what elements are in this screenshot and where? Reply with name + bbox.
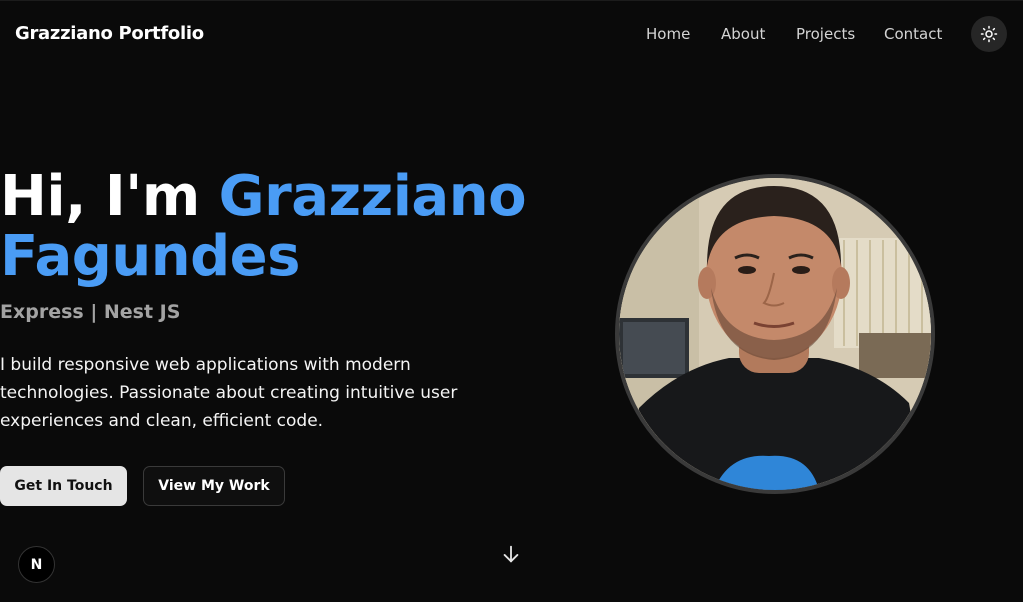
nextjs-badge[interactable]: N bbox=[18, 546, 55, 583]
nav-about[interactable]: About bbox=[721, 25, 765, 43]
theme-toggle-button[interactable] bbox=[971, 16, 1007, 52]
hero-greeting: Hi, I'm bbox=[0, 164, 200, 229]
hero-description: I build responsive web applications with… bbox=[0, 355, 458, 431]
hero-name-first: Grazziano bbox=[218, 164, 527, 229]
profile-photo-illustration bbox=[619, 178, 931, 490]
main-nav: Home About Projects Contact bbox=[0, 25, 1023, 45]
nav-home[interactable]: Home bbox=[646, 25, 690, 43]
scroll-down-button[interactable] bbox=[500, 543, 522, 565]
nav-contact[interactable]: Contact bbox=[884, 25, 942, 43]
sun-icon bbox=[980, 25, 998, 43]
arrow-down-icon bbox=[503, 545, 519, 563]
nextjs-badge-letter: N bbox=[30, 556, 43, 573]
get-in-touch-button[interactable]: Get In Touch bbox=[0, 466, 127, 506]
hero-subtitle: Express | Nest JS bbox=[0, 301, 181, 323]
nav-projects[interactable]: Projects bbox=[796, 25, 855, 43]
page: Grazziano Portfolio Home About Projects … bbox=[0, 0, 1023, 602]
hero-heading: Hi, I'm Grazziano Fagundes bbox=[0, 167, 560, 287]
profile-photo bbox=[615, 174, 935, 494]
hero-name-last: Fagundes bbox=[0, 224, 300, 289]
view-my-work-button[interactable]: View My Work bbox=[143, 466, 285, 506]
